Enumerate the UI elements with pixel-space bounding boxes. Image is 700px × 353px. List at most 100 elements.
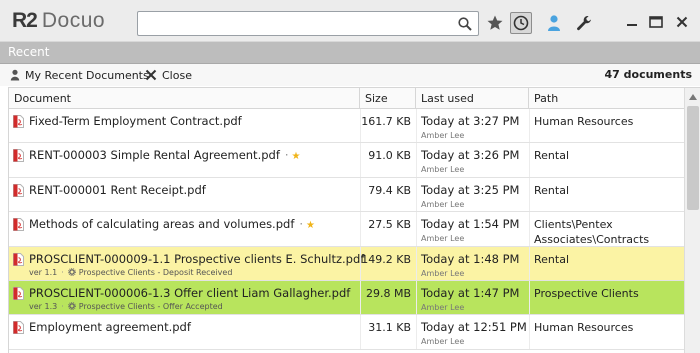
document-path: Rental <box>534 252 569 266</box>
path-cell[interactable]: Human Resources <box>529 315 684 348</box>
table-row[interactable]: RENT-000001 Rent Receipt.pdf 79.4 KB Today… <box>9 177 684 213</box>
table-row[interactable]: PROSCLIENT-000006-1.3 Offer client Liam … <box>9 280 684 316</box>
star-icon[interactable]: ★ <box>306 220 315 231</box>
last-used-time: Today at 3:26 PM <box>421 148 520 163</box>
last-used-cell: Today at 3:26 PM Amber Lee <box>416 143 529 176</box>
search-input[interactable] <box>142 14 452 33</box>
vertical-scrollbar[interactable] <box>684 88 700 353</box>
search-box[interactable] <box>137 11 479 36</box>
document-count: 47 documents <box>604 68 692 81</box>
size-cell: 29.8 MB <box>360 281 416 314</box>
document-path: Rental <box>534 183 569 197</box>
document-cell[interactable]: Employment agreement.pdf <box>9 315 360 348</box>
maximize-icon[interactable] <box>646 12 666 32</box>
last-used-user: Amber Lee <box>421 302 465 312</box>
logo-name: Docuo <box>41 9 106 32</box>
size-cell: 161.7 KB <box>360 109 416 142</box>
close-x-icon <box>145 69 157 81</box>
size-cell: 31.1 KB <box>360 315 416 348</box>
last-used-user: Amber Lee <box>421 165 465 175</box>
document-cell[interactable]: RENT-000001 Rent Receipt.pdf <box>9 178 360 211</box>
pdf-icon <box>13 149 24 163</box>
size-cell: 149.2 KB <box>360 247 416 280</box>
document-cell[interactable]: RENT-000003 Simple Rental Agreement.pdf ·… <box>9 143 360 176</box>
path-cell[interactable]: Rental <box>529 247 684 280</box>
last-used-time: Today at 3:25 PM <box>421 182 520 197</box>
last-used-cell: Today at 3:25 PM Amber Lee <box>416 178 529 211</box>
scroll-up-icon[interactable] <box>685 89 700 105</box>
separator-dot: · <box>299 217 304 232</box>
my-recent-documents-label: My Recent Documents <box>25 68 149 82</box>
document-cell[interactable]: PROSCLIENT-000009-1.1 Prospective client… <box>9 247 364 280</box>
path-cell[interactable]: Prospective Clients <box>529 281 684 314</box>
section-header: Recent <box>0 42 700 64</box>
table-row[interactable]: Fixed-Term Employment Contract.pdf 161.7 … <box>9 109 684 144</box>
file-size: 79.4 KB <box>368 183 411 197</box>
last-used-user: Amber Lee <box>421 234 465 244</box>
close-icon[interactable] <box>672 12 692 32</box>
path-cell[interactable]: Clients\Pentex Associates\Contracts <box>529 212 684 246</box>
last-used-user: Amber Lee <box>421 337 465 347</box>
app-logo: R2 Docuo <box>12 9 105 33</box>
scrollbar-thumb[interactable] <box>687 106 699 210</box>
document-name[interactable]: Fixed-Term Employment Contract.pdf <box>29 114 242 128</box>
table-row[interactable]: Employment agreement.pdf 31.1 KB Today at … <box>9 315 684 350</box>
document-cell[interactable]: Methods of calculating areas and volumes… <box>9 212 360 245</box>
pdf-icon <box>13 183 24 197</box>
pdf-icon <box>13 321 24 335</box>
minimize-icon[interactable] <box>622 12 642 32</box>
star-icon[interactable]: ★ <box>292 151 301 162</box>
pdf-icon <box>13 286 24 300</box>
table-body: Fixed-Term Employment Contract.pdf 161.7 … <box>9 109 684 350</box>
document-path: Rental <box>534 149 569 163</box>
path-cell[interactable]: Rental <box>529 178 684 211</box>
favorites-star-icon[interactable] <box>484 12 506 34</box>
document-name[interactable]: RENT-000001 Rent Receipt.pdf <box>29 183 206 197</box>
pdf-icon <box>13 252 24 266</box>
close-button[interactable]: Close <box>145 68 192 82</box>
document-meta: ver 1.1 · Prospective Clients - Deposit Re… <box>29 267 233 278</box>
my-recent-documents-button[interactable]: My Recent Documents <box>10 68 149 82</box>
user-icon[interactable] <box>543 12 565 34</box>
table-row[interactable]: Methods of calculating areas and volumes… <box>9 212 684 247</box>
table-row[interactable]: RENT-000003 Simple Rental Agreement.pdf ·… <box>9 143 684 178</box>
recent-clock-icon[interactable] <box>510 12 532 34</box>
title-bar: R2 Docuo <box>0 0 700 42</box>
file-size: 149.2 KB <box>361 252 411 266</box>
document-meta: ver 1.3 · Prospective Clients - Offer Acce… <box>29 301 223 312</box>
last-used-cell: Today at 12:51 PM Amber Lee <box>416 315 529 348</box>
path-cell[interactable]: Human Resources <box>529 109 684 142</box>
last-used-time: Today at 1:54 PM <box>421 217 520 232</box>
column-header-last-used[interactable]: Last used <box>416 88 529 109</box>
size-cell: 27.5 KB <box>360 212 416 245</box>
table-header: Document Size Last used Path <box>9 88 684 109</box>
document-name[interactable]: Methods of calculating areas and volumes… <box>29 217 294 231</box>
document-name[interactable]: Employment agreement.pdf <box>29 320 191 334</box>
last-used-cell: Today at 1:47 PM Amber Lee <box>416 281 529 314</box>
search-icon[interactable] <box>457 16 473 32</box>
column-header-path[interactable]: Path <box>529 88 684 109</box>
document-cell[interactable]: Fixed-Term Employment Contract.pdf <box>9 109 360 142</box>
last-used-cell: Today at 1:48 PM Amber Lee <box>416 247 529 280</box>
table-row[interactable]: PROSCLIENT-000009-1.1 Prospective client… <box>9 246 684 281</box>
person-icon <box>10 69 20 81</box>
size-cell: 91.0 KB <box>360 143 416 176</box>
gear-icon <box>67 267 76 278</box>
documents-table: Document Size Last used Path Fixed-Term … <box>8 87 700 353</box>
column-header-size[interactable]: Size <box>360 88 416 109</box>
last-used-time: Today at 1:47 PM <box>421 285 520 300</box>
file-size: 31.1 KB <box>368 321 411 335</box>
file-size: 27.5 KB <box>368 218 411 232</box>
close-label: Close <box>162 68 192 82</box>
document-name[interactable]: PROSCLIENT-000009-1.1 Prospective client… <box>29 252 364 266</box>
last-used-cell: Today at 3:27 PM Amber Lee <box>416 109 529 142</box>
path-cell[interactable]: Rental <box>529 143 684 176</box>
document-cell[interactable]: PROSCLIENT-000006-1.3 Offer client Liam … <box>9 281 360 314</box>
document-name[interactable]: PROSCLIENT-000006-1.3 Offer client Liam … <box>29 286 350 300</box>
document-name[interactable]: RENT-000003 Simple Rental Agreement.pdf <box>29 148 280 162</box>
last-used-user: Amber Lee <box>421 131 465 140</box>
column-header-document[interactable]: Document <box>9 88 360 109</box>
file-size: 91.0 KB <box>368 149 411 163</box>
wrench-icon[interactable] <box>573 12 595 34</box>
version-label: ver 1.1 <box>29 268 58 278</box>
